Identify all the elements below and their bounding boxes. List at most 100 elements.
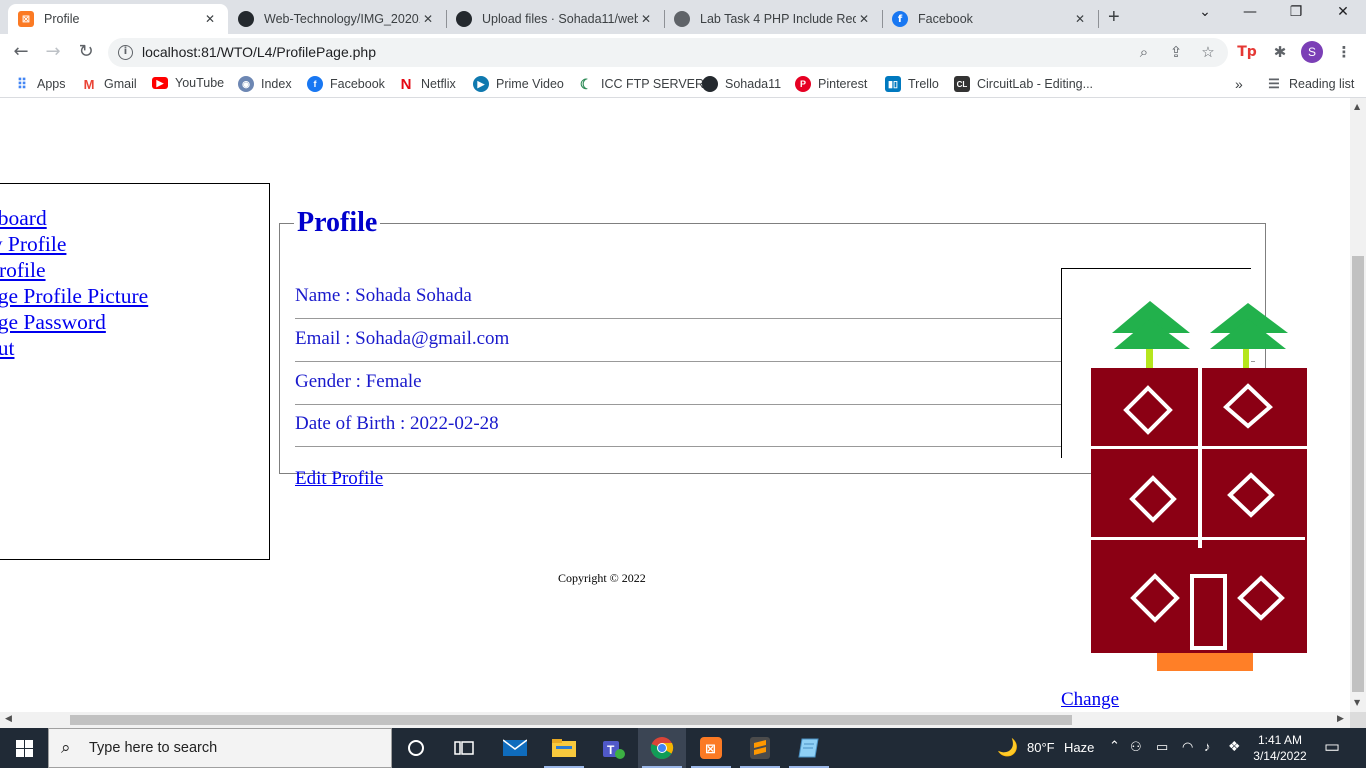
- more-bookmarks-icon[interactable]: »: [1235, 76, 1243, 92]
- vertical-scrollbar[interactable]: ▲ ▼: [1350, 98, 1366, 712]
- teams-icon[interactable]: T: [589, 728, 637, 768]
- tab-search-icon[interactable]: ⌄: [1182, 4, 1228, 20]
- tab-profile[interactable]: ⊠ Profile ✕: [8, 4, 228, 34]
- bookmark-sohada11[interactable]: Sohada11: [702, 76, 781, 92]
- tab-title: Profile: [44, 12, 80, 26]
- bookmark-index[interactable]: ◉ Index: [238, 76, 292, 92]
- horizontal-scroll-thumb[interactable]: [70, 715, 1072, 725]
- scrollbar-corner: [1350, 712, 1366, 728]
- task-view-icon[interactable]: [440, 728, 488, 768]
- icc-icon: ☾: [579, 75, 593, 92]
- address-bar[interactable]: i localhost:81/WTO/L4/ProfilePage.php: [108, 38, 1228, 67]
- notepad-icon[interactable]: [785, 728, 833, 768]
- sidebar-nav: hboard w Profile Profile nge Profile Pic…: [0, 183, 270, 560]
- scroll-down-icon[interactable]: ▼: [1354, 698, 1360, 707]
- people-icon[interactable]: ⚇: [1130, 739, 1142, 768]
- reading-list-icon: ☰: [1268, 76, 1280, 91]
- tab-upload-files[interactable]: Upload files · Sohada11/web ✕: [446, 4, 664, 34]
- circuitlab-icon: CL: [954, 76, 970, 92]
- bookmarks-bar: ⠿ Apps M Gmail ▶ YouTube ◉ Index f Faceb…: [0, 71, 1366, 98]
- share-icon[interactable]: ⇪: [1166, 42, 1186, 62]
- weather-text[interactable]: Haze: [1064, 740, 1094, 768]
- bookmark-facebook[interactable]: f Facebook: [307, 76, 385, 92]
- xampp-icon: ⊠: [18, 11, 34, 27]
- scroll-up-icon[interactable]: ▲: [1354, 102, 1360, 111]
- show-hidden-icons[interactable]: ⌃: [1109, 738, 1120, 768]
- restore-icon[interactable]: ❐: [1273, 4, 1319, 20]
- close-tab-icon[interactable]: ✕: [856, 12, 872, 26]
- scroll-left-icon[interactable]: ◀: [5, 714, 12, 724]
- sidebar-link-change-picture[interactable]: nge Profile Picture: [0, 284, 148, 308]
- bookmark-label: Index: [261, 77, 292, 91]
- reload-icon[interactable]: ↻: [76, 42, 96, 62]
- minimize-icon[interactable]: —: [1227, 4, 1273, 20]
- mail-icon[interactable]: [491, 728, 539, 768]
- extension-tp-icon[interactable]: Tp: [1237, 42, 1257, 62]
- browser-tab-bar: ⊠ Profile ✕ Web-Technology/IMG_20201 ✕ U…: [0, 0, 1366, 34]
- horizontal-scrollbar[interactable]: ◀ ▶: [0, 712, 1350, 728]
- bookmark-apps[interactable]: ⠿ Apps: [14, 76, 66, 92]
- tab-facebook[interactable]: f Facebook ✕: [882, 4, 1098, 34]
- volume-icon[interactable]: ♪: [1204, 739, 1211, 768]
- bookmark-netflix[interactable]: N Netflix: [398, 76, 456, 93]
- dropbox-icon[interactable]: ❖: [1228, 738, 1241, 768]
- new-tab-button[interactable]: +: [1108, 6, 1120, 29]
- github-icon: [702, 76, 718, 92]
- sidebar-link-logout[interactable]: out: [0, 336, 14, 360]
- change-picture-link[interactable]: Change: [1061, 689, 1119, 711]
- tab-lab-task[interactable]: Lab Task 4 PHP Include Requ ✕: [664, 4, 882, 34]
- sidebar-link-dashboard[interactable]: hboard: [0, 206, 47, 230]
- windows-start-button[interactable]: [0, 728, 48, 768]
- bookmark-trello[interactable]: ▮▯ Trello: [885, 76, 939, 92]
- apps-grid-icon: ⠿: [16, 75, 28, 92]
- tab-web-technology[interactable]: Web-Technology/IMG_20201 ✕: [228, 4, 446, 34]
- close-tab-icon[interactable]: ✕: [202, 12, 218, 26]
- sidebar-link-edit-profile[interactable]: Profile: [0, 258, 46, 282]
- vertical-scroll-thumb[interactable]: [1352, 256, 1364, 692]
- back-icon[interactable]: ←: [11, 42, 31, 62]
- close-tab-icon[interactable]: ✕: [638, 12, 654, 26]
- bookmark-gmail[interactable]: M Gmail: [81, 76, 137, 92]
- bookmark-pinterest[interactable]: P Pinterest: [795, 76, 867, 92]
- chrome-icon[interactable]: [638, 728, 686, 768]
- wifi-icon[interactable]: ◠: [1182, 739, 1193, 768]
- svg-text:⊠: ⊠: [705, 742, 716, 757]
- bookmark-youtube[interactable]: ▶ YouTube: [152, 76, 224, 90]
- bookmark-star-icon[interactable]: ☆: [1198, 42, 1218, 62]
- bookmark-circuitlab[interactable]: CL CircuitLab - Editing...: [954, 76, 1093, 92]
- battery-icon[interactable]: ▭: [1156, 739, 1168, 768]
- zoom-icon[interactable]: ⌕: [1134, 42, 1154, 62]
- weather-moon-icon[interactable]: 🌙: [997, 738, 1018, 768]
- bookmark-prime-video[interactable]: ▶ Prime Video: [473, 76, 564, 92]
- bookmark-label: Prime Video: [496, 77, 564, 91]
- taskbar-clock[interactable]: 1:41 AM 3/14/2022: [1250, 732, 1310, 764]
- bookmark-icc-ftp[interactable]: ☾ ICC FTP SERVER: [578, 76, 704, 92]
- menu-kebab-icon[interactable]: ⋮: [1334, 42, 1354, 62]
- github-icon: [456, 11, 472, 27]
- bookmark-label: Sohada11: [725, 77, 782, 91]
- close-tab-icon[interactable]: ✕: [1072, 12, 1088, 26]
- bookmark-label: CircuitLab - Editing...: [977, 77, 1094, 91]
- browser-toolbar: ← → ↻ i localhost:81/WTO/L4/ProfilePage.…: [0, 34, 1366, 71]
- extensions-puzzle-icon[interactable]: ✱: [1270, 42, 1290, 62]
- sidebar-link-view-profile[interactable]: w Profile: [0, 232, 66, 256]
- profile-avatar[interactable]: S: [1301, 41, 1323, 63]
- cortana-icon[interactable]: [392, 728, 440, 768]
- reading-list-label: Reading list: [1289, 77, 1355, 91]
- weather-temp[interactable]: 80°F: [1027, 740, 1055, 768]
- xampp-icon[interactable]: ⊠: [687, 728, 735, 768]
- edit-profile-link[interactable]: Edit Profile: [295, 468, 383, 490]
- site-info-icon[interactable]: i: [118, 45, 133, 60]
- bookmark-label: Apps: [37, 77, 66, 91]
- reading-list[interactable]: ☰ Reading list: [1266, 76, 1354, 92]
- close-window-icon[interactable]: ✕: [1320, 4, 1366, 20]
- forward-icon[interactable]: →: [43, 42, 63, 62]
- scroll-right-icon[interactable]: ▶: [1337, 714, 1344, 724]
- sublime-text-icon[interactable]: [736, 728, 784, 768]
- notification-icon[interactable]: ▭: [1324, 737, 1340, 768]
- sidebar-link-change-password[interactable]: nge Password: [0, 310, 106, 334]
- index-icon: ◉: [238, 76, 254, 92]
- close-tab-icon[interactable]: ✕: [420, 12, 436, 26]
- file-explorer-icon[interactable]: [540, 728, 588, 768]
- taskbar-search-box[interactable]: ⌕ Type here to search: [48, 728, 392, 768]
